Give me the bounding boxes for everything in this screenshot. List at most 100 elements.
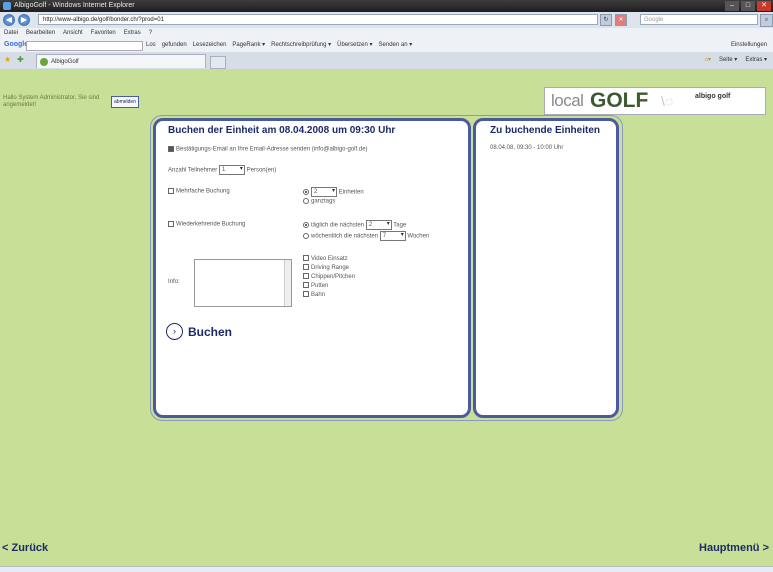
confirm-email-row: Bestätigungs-Email an Ihre Email-Adresse… (168, 146, 368, 153)
options-list: Video Einsatz Driving Range Chippen/Pitc… (303, 255, 355, 300)
tab-albigogolf[interactable]: AlbigoGolf (36, 54, 206, 68)
user-greeting: Hallo System Administrator, Sie sind ang… (3, 95, 100, 108)
participants-select[interactable]: 1 (218, 165, 245, 175)
toolbar-spellcheck[interactable]: Rechtschreibprüfung ▾ (271, 38, 331, 52)
toolbar-go[interactable]: Los (146, 38, 156, 52)
textarea-scrollbar[interactable] (284, 260, 291, 306)
option-video-checkbox[interactable] (303, 255, 309, 262)
booking-title: Buchen der Einheit am 08.04.2008 um 09:3… (168, 125, 396, 136)
option-chipping: Chippen/Pitchen (303, 273, 355, 282)
confirm-email-checkbox[interactable] (168, 146, 174, 152)
daily-label: täglich die nächsten (311, 222, 365, 229)
menu-edit[interactable]: Bearbeiten (26, 28, 55, 38)
option-video: Video Einsatz (303, 255, 355, 264)
option-putting-checkbox[interactable] (303, 282, 309, 289)
forward-arrow-icon[interactable]: ▶ (18, 14, 30, 26)
menu-tools[interactable]: Extras (124, 28, 141, 38)
cmd-tools[interactable]: Extras ▾ (745, 56, 767, 63)
toolbar-items: Los gefunden Lesezeichen PageRank ▾ Rech… (146, 38, 412, 52)
search-icon[interactable]: ⌕ (760, 14, 773, 27)
command-bar: ⌂▾ Seite ▾ Extras ▾ (704, 56, 767, 63)
main-menu-link[interactable]: Hauptmenü > (699, 542, 769, 554)
back-link[interactable]: < Zurück (2, 542, 48, 554)
weekly-select[interactable]: 7 (379, 231, 406, 241)
logout-button[interactable]: abmelden (111, 96, 139, 108)
option-putting-label: Putten (311, 283, 329, 289)
address-bar: ◀ ▶ http://www-albigo.de/golf/bonder.ch/… (0, 12, 773, 29)
daily-option: täglich die nächsten 2 Tage (303, 220, 406, 230)
daily-select[interactable]: 2 (365, 220, 392, 230)
multi-booking-label: Mehrfache Buchung (176, 188, 230, 195)
close-button[interactable]: ✕ (757, 1, 771, 11)
maximize-button[interactable]: □ (741, 1, 755, 11)
menu-help[interactable]: ? (149, 28, 152, 38)
recurring-booking-row: Wiederkehrende Buchung (168, 221, 245, 228)
google-search-input[interactable] (26, 41, 143, 51)
participants-suffix: Person(en) (246, 167, 277, 174)
participants-label: Anzahl Teilnehmer (168, 167, 218, 174)
weekly-label: wöchentlich die nächsten (311, 233, 379, 240)
new-tab-button[interactable] (210, 56, 226, 69)
toolbar-translate[interactable]: Übersetzen ▾ (337, 38, 372, 52)
recurring-booking-checkbox[interactable] (168, 221, 174, 227)
booked-units-title: Zu buchende Einheiten (490, 125, 601, 136)
units-select[interactable]: 2 (311, 187, 337, 197)
option-chipping-checkbox[interactable] (303, 273, 309, 280)
menu-file[interactable]: Datei (4, 28, 18, 38)
ie-icon (3, 2, 11, 10)
option-course: Bahn (303, 291, 355, 300)
window-titlebar: AlbigoGolf - Windows Internet Explorer –… (0, 0, 773, 12)
weekly-option: wöchentlich die nächsten 7 Wochen (303, 231, 429, 241)
allday-option: ganztags (303, 198, 335, 205)
minimize-button[interactable]: – (725, 1, 739, 11)
tab-bar: ★ ✚ AlbigoGolf ⌂▾ Seite ▾ Extras ▾ (0, 52, 773, 70)
toolbar-settings[interactable]: Einstellungen (731, 38, 767, 52)
address-actions: ↻ ✕ (600, 14, 627, 26)
confirm-email-label: Bestätigungs-Email an Ihre Email-Adresse… (176, 146, 368, 153)
recurring-booking-label: Wiederkehrende Buchung (176, 221, 246, 228)
daily-radio[interactable] (303, 222, 309, 228)
add-favorite-icon[interactable]: ✚ (17, 55, 26, 64)
info-textarea[interactable] (194, 259, 292, 307)
allday-radio[interactable] (303, 198, 309, 204)
refresh-icon[interactable]: ↻ (600, 14, 612, 26)
window-title: AlbigoGolf - Windows Internet Explorer (14, 2, 135, 9)
toolbar-found[interactable]: gefunden (162, 38, 187, 52)
page-content: Hallo System Administrator, Sie sind ang… (0, 69, 773, 566)
google-toolbar: Google G▾ Los gefunden Lesezeichen PageR… (0, 38, 773, 53)
partner-logo: albigo golf (695, 93, 731, 100)
units-radio[interactable] (303, 189, 309, 195)
menu-view[interactable]: Ansicht (63, 28, 83, 38)
url-field[interactable]: http://www-albigo.de/golf/bonder.ch/?pro… (38, 14, 598, 25)
home-icon[interactable]: ⌂▾ (704, 56, 711, 63)
window-controls: – □ ✕ (725, 1, 771, 11)
booked-unit-entry: 08.04.08, 09:30 - 10:00 Uhr (490, 145, 564, 151)
search-input[interactable]: Google (640, 14, 758, 25)
menu-favorites[interactable]: Favoriten (91, 28, 116, 38)
favorites-star-icon[interactable]: ★ (4, 55, 13, 64)
participants-row: Anzahl Teilnehmer 1 Person(en) (168, 165, 276, 175)
option-chipping-label: Chippen/Pitchen (311, 274, 356, 280)
localgolf-logo: local GOLF \◌ albigo golf (544, 87, 766, 115)
weekly-suffix: Wochen (407, 233, 430, 240)
stop-icon[interactable]: ✕ (615, 14, 627, 26)
back-arrow-icon[interactable]: ◀ (3, 14, 15, 26)
units-label: Einheiten (338, 189, 364, 196)
cmd-page[interactable]: Seite ▾ (719, 56, 737, 63)
toolbar-bookmarks[interactable]: Lesezeichen (193, 38, 227, 52)
logo-local-text: local (551, 91, 584, 110)
status-bar (0, 566, 773, 572)
option-driving-range-checkbox[interactable] (303, 264, 309, 271)
multi-booking-checkbox[interactable] (168, 188, 174, 194)
option-putting: Putten (303, 282, 355, 291)
submit-booking-button[interactable]: › Buchen (166, 323, 232, 340)
option-driving-range: Driving Range (303, 264, 355, 273)
weekly-radio[interactable] (303, 233, 309, 239)
logo-golf-text: GOLF (590, 89, 649, 112)
daily-suffix: Tage (393, 222, 407, 229)
toolbar-send[interactable]: Senden an ▾ (379, 38, 413, 52)
option-course-checkbox[interactable] (303, 291, 309, 298)
toolbar-pagerank[interactable]: PageRank ▾ (232, 38, 265, 52)
tab-title: AlbigoGolf (51, 59, 79, 65)
logo-swoosh-icon: \◌ (661, 93, 674, 109)
